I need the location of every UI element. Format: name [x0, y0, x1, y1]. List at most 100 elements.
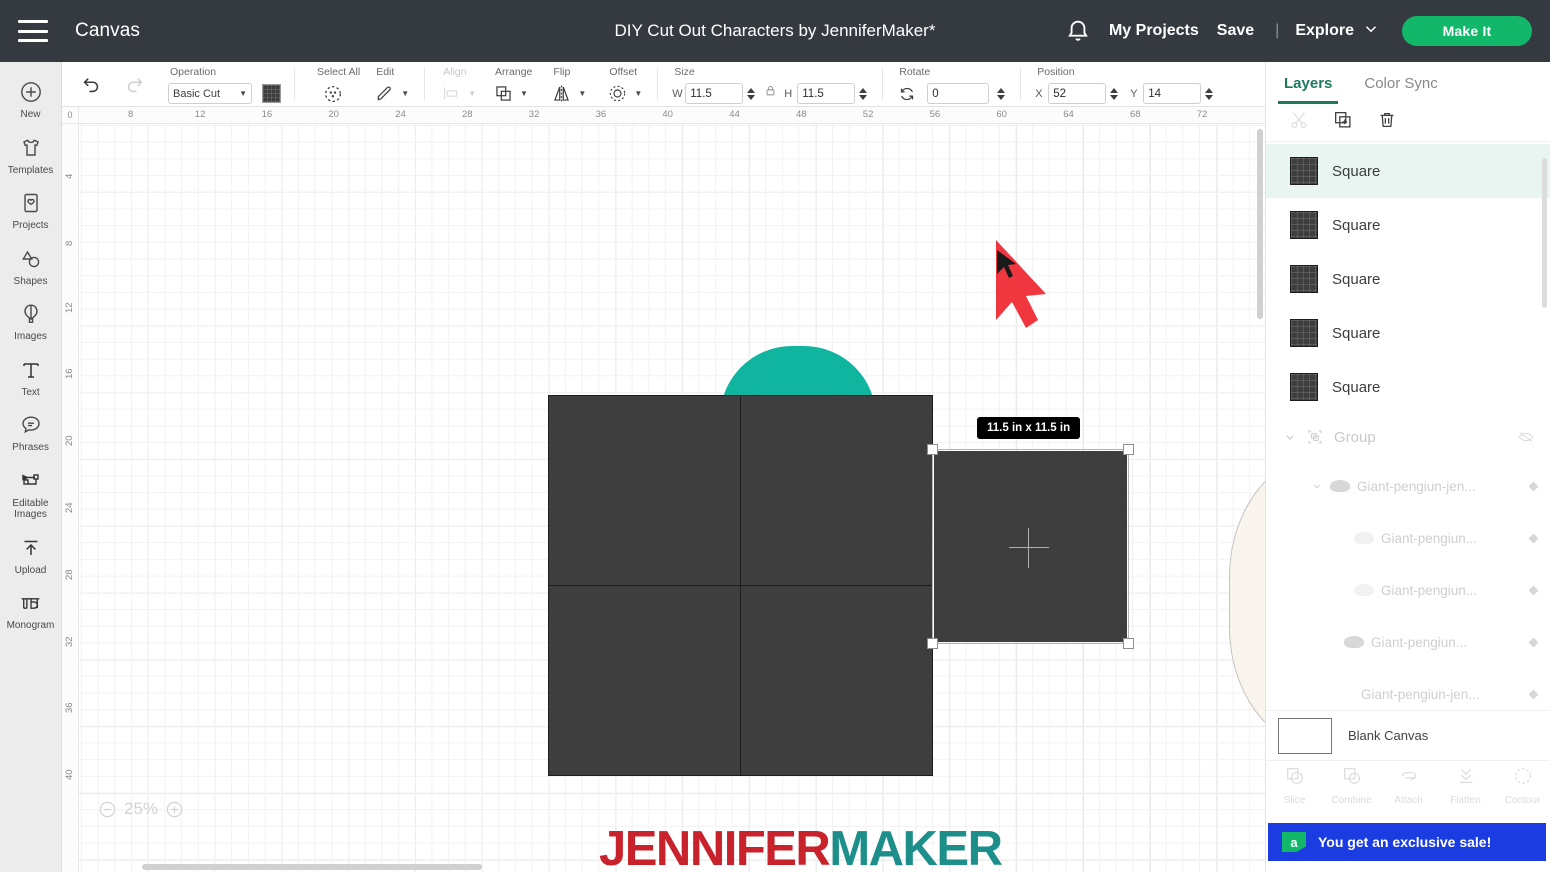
- resize-handle-top-right[interactable]: [1123, 444, 1134, 455]
- duplicate-icon[interactable]: [1332, 109, 1354, 136]
- height-stepper[interactable]: [859, 87, 868, 100]
- layer-visibility-icon[interactable]: [1528, 689, 1539, 699]
- horizontal-scrollbar[interactable]: [142, 864, 482, 870]
- sidebar-item-upload[interactable]: Upload: [0, 526, 62, 582]
- sidebar-label: Shapes: [13, 275, 48, 287]
- position-x-field[interactable]: X 52: [1035, 83, 1119, 104]
- layer-row-square-3[interactable]: Square: [1266, 252, 1550, 306]
- minus-circle-icon[interactable]: [98, 800, 117, 819]
- save-button[interactable]: Save: [1208, 16, 1263, 46]
- layer-row-group[interactable]: Group: [1266, 414, 1550, 460]
- arrange-icon[interactable]: [493, 82, 514, 106]
- square-shape[interactable]: [740, 395, 933, 586]
- penguin-body-shape[interactable]: [1229, 452, 1265, 752]
- height-field[interactable]: H 11.5: [784, 83, 868, 104]
- align-group: Align ▼: [425, 61, 483, 106]
- design-canvas[interactable]: 11.5 in x 11.5 in JENNIFERMAKER 8 12 16 20 2…: [62, 107, 1265, 872]
- square-shape[interactable]: [740, 585, 933, 776]
- sidebar-item-editable-images[interactable]: Editable Images: [0, 459, 62, 526]
- layer-name: Square: [1332, 162, 1381, 180]
- vertical-scrollbar[interactable]: [1257, 129, 1263, 319]
- layer-thumbnail: [1290, 265, 1318, 293]
- layer-name: Square: [1332, 378, 1381, 396]
- resize-handle-top-left[interactable]: [927, 444, 938, 455]
- layer-row-group-child-1[interactable]: Giant-pengiun-jen...: [1266, 460, 1550, 512]
- promo-banner[interactable]: a You get an exclusive sale!: [1268, 823, 1546, 861]
- chevron-down-icon[interactable]: ▼: [578, 89, 586, 98]
- rotate-icon[interactable]: [897, 82, 917, 106]
- width-field[interactable]: W 11.5: [672, 83, 756, 104]
- height-input[interactable]: 11.5: [797, 83, 856, 104]
- layer-visibility-icon[interactable]: [1528, 585, 1539, 595]
- position-y-stepper[interactable]: [1205, 87, 1214, 100]
- lock-icon[interactable]: [761, 83, 780, 105]
- sidebar-item-monogram[interactable]: Monogram: [0, 581, 62, 637]
- chevron-down-icon[interactable]: ▼: [401, 89, 409, 98]
- position-x-input[interactable]: 52: [1048, 83, 1107, 104]
- layers-list: Square Square Square Square Square Group…: [1266, 144, 1550, 776]
- layer-row-square-5[interactable]: Square: [1266, 360, 1550, 414]
- width-input[interactable]: 11.5: [685, 83, 744, 104]
- position-y-input[interactable]: 14: [1143, 83, 1202, 104]
- tab-color-sync[interactable]: Color Sync: [1364, 62, 1437, 104]
- tab-layers[interactable]: Layers: [1277, 62, 1339, 104]
- canvas-label: Canvas: [75, 20, 141, 41]
- make-it-button[interactable]: Make It: [1402, 16, 1532, 46]
- trash-icon[interactable]: [1376, 109, 1398, 136]
- operation-select[interactable]: Basic Cut ▼: [168, 83, 252, 104]
- blank-canvas-row[interactable]: Blank Canvas: [1266, 710, 1550, 760]
- chevron-down-icon[interactable]: [1310, 479, 1324, 493]
- position-x-stepper[interactable]: [1110, 87, 1119, 100]
- cricut-design-space-app: Canvas DIY Cut Out Characters by Jennife…: [0, 0, 1550, 872]
- hamburger-menu-icon[interactable]: [18, 20, 48, 42]
- layer-row-square-2[interactable]: Square: [1266, 198, 1550, 252]
- layer-visibility-icon[interactable]: [1528, 533, 1539, 543]
- operation-color-swatch[interactable]: [262, 84, 281, 103]
- sidebar-item-templates[interactable]: Templates: [0, 126, 62, 182]
- layer-row-square-1[interactable]: Square: [1266, 144, 1550, 198]
- chevron-down-icon[interactable]: ▼: [634, 89, 642, 98]
- layer-visibility-icon[interactable]: [1528, 481, 1539, 491]
- sidebar-item-projects[interactable]: Projects: [0, 181, 62, 237]
- sidebar-item-shapes[interactable]: Shapes: [0, 237, 62, 293]
- sidebar-item-text[interactable]: Text: [0, 348, 62, 404]
- ruler-tick-h: 36: [595, 109, 607, 120]
- layer-thumbnail: [1290, 319, 1318, 347]
- position-y-field[interactable]: Y 14: [1130, 83, 1214, 104]
- resize-handle-bottom-left[interactable]: [927, 638, 938, 649]
- select-all-icon[interactable]: [315, 82, 351, 106]
- layer-row-square-4[interactable]: Square: [1266, 306, 1550, 360]
- explore-dropdown[interactable]: Explore: [1291, 14, 1384, 49]
- eye-hidden-icon[interactable]: [1517, 428, 1535, 446]
- square-shape[interactable]: [548, 395, 741, 586]
- sidebar-item-new[interactable]: New: [0, 70, 62, 126]
- ruler-tick-h: 20: [328, 109, 339, 120]
- pencil-icon[interactable]: [374, 82, 395, 106]
- chevron-down-icon[interactable]: [1282, 429, 1298, 445]
- offset-icon[interactable]: [607, 82, 628, 106]
- layer-visibility-icon[interactable]: [1528, 637, 1539, 647]
- rotate-input[interactable]: 0: [927, 83, 990, 104]
- plus-circle-icon[interactable]: [165, 800, 184, 819]
- square-shape[interactable]: [548, 585, 741, 776]
- chevron-down-icon[interactable]: ▼: [520, 89, 528, 98]
- layer-row-group-child-4[interactable]: Giant-pengiun...: [1266, 616, 1550, 668]
- resize-handle-bottom-right[interactable]: [1123, 638, 1134, 649]
- sidebar-item-phrases[interactable]: Phrases: [0, 403, 62, 459]
- layer-row-group-child-2[interactable]: Giant-pengiun...: [1266, 512, 1550, 564]
- left-sidebar: New Templates Projects Shapes Images Tex…: [0, 62, 62, 872]
- my-projects-link[interactable]: My Projects: [1100, 16, 1208, 46]
- width-stepper[interactable]: [747, 87, 756, 100]
- canvas-artwork: 11.5 in x 11.5 in JENNIFERMAKER: [79, 124, 1265, 872]
- sidebar-item-images[interactable]: Images: [0, 292, 62, 348]
- rotate-stepper[interactable]: [997, 87, 1006, 100]
- undo-icon[interactable]: [80, 73, 102, 97]
- rotate-caption: Rotate: [899, 66, 931, 78]
- flip-icon[interactable]: [551, 82, 572, 106]
- combine-icon: [1341, 765, 1363, 792]
- bell-icon[interactable]: [1064, 17, 1092, 45]
- layers-scrollbar[interactable]: [1542, 158, 1547, 308]
- chevron-down-icon: ▼: [468, 89, 477, 98]
- layer-row-group-child-3[interactable]: Giant-pengiun...: [1266, 564, 1550, 616]
- layer-name: Giant-pengiun...: [1371, 634, 1468, 650]
